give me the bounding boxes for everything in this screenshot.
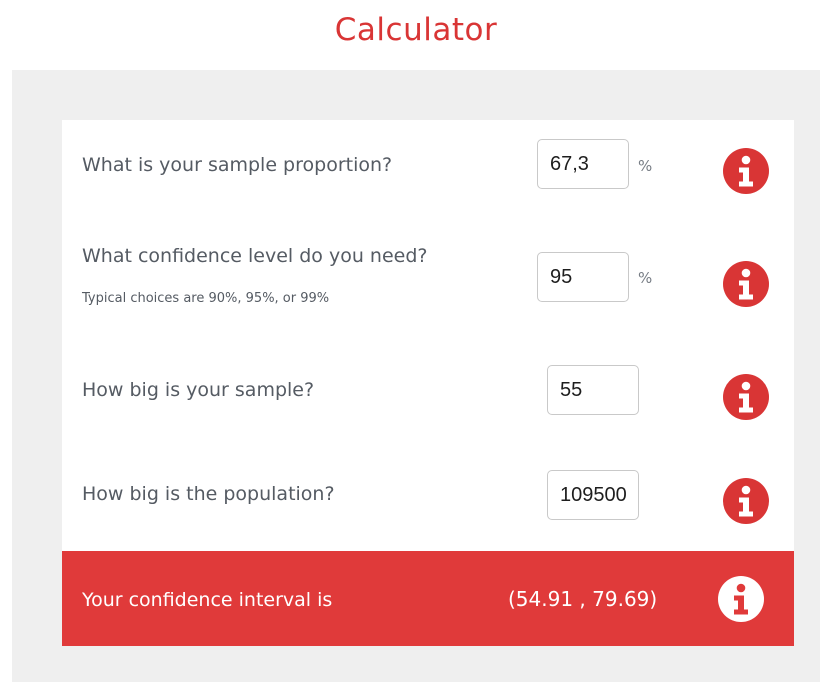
info-icon[interactable] — [723, 261, 769, 307]
confidence-level-label: What confidence level do you need? — [82, 245, 428, 267]
population-size-row: How big is the population? — [62, 445, 794, 551]
result-label: Your confidence interval is — [82, 589, 333, 611]
confidence-level-unit: % — [638, 269, 653, 287]
sample-proportion-unit: % — [638, 157, 653, 175]
population-size-label: How big is the population? — [82, 483, 335, 505]
confidence-level-hint: Typical choices are 90%, 95%, or 99% — [82, 291, 330, 306]
sample-proportion-label: What is your sample proportion? — [82, 154, 393, 176]
sample-size-input[interactable] — [547, 365, 639, 415]
confidence-level-input[interactable] — [537, 252, 629, 302]
info-icon[interactable] — [723, 374, 769, 420]
sample-proportion-row: What is your sample proportion? % — [62, 120, 794, 225]
result-value: (54.91 , 79.69) — [508, 587, 658, 611]
info-icon[interactable] — [723, 478, 769, 524]
page-title: Calculator — [334, 12, 498, 48]
sample-size-row: How big is your sample? — [62, 340, 794, 445]
calculator-page: Calculator What is your sample proportio… — [0, 0, 832, 682]
sample-proportion-input[interactable] — [537, 139, 629, 189]
confidence-interval-result: Your confidence interval is (54.91 , 79.… — [62, 551, 794, 646]
sample-size-label: How big is your sample? — [82, 379, 315, 401]
info-icon[interactable] — [718, 576, 764, 622]
confidence-level-row: What confidence level do you need? Typic… — [62, 225, 794, 340]
info-icon[interactable] — [723, 148, 769, 194]
population-size-input[interactable] — [547, 470, 639, 520]
